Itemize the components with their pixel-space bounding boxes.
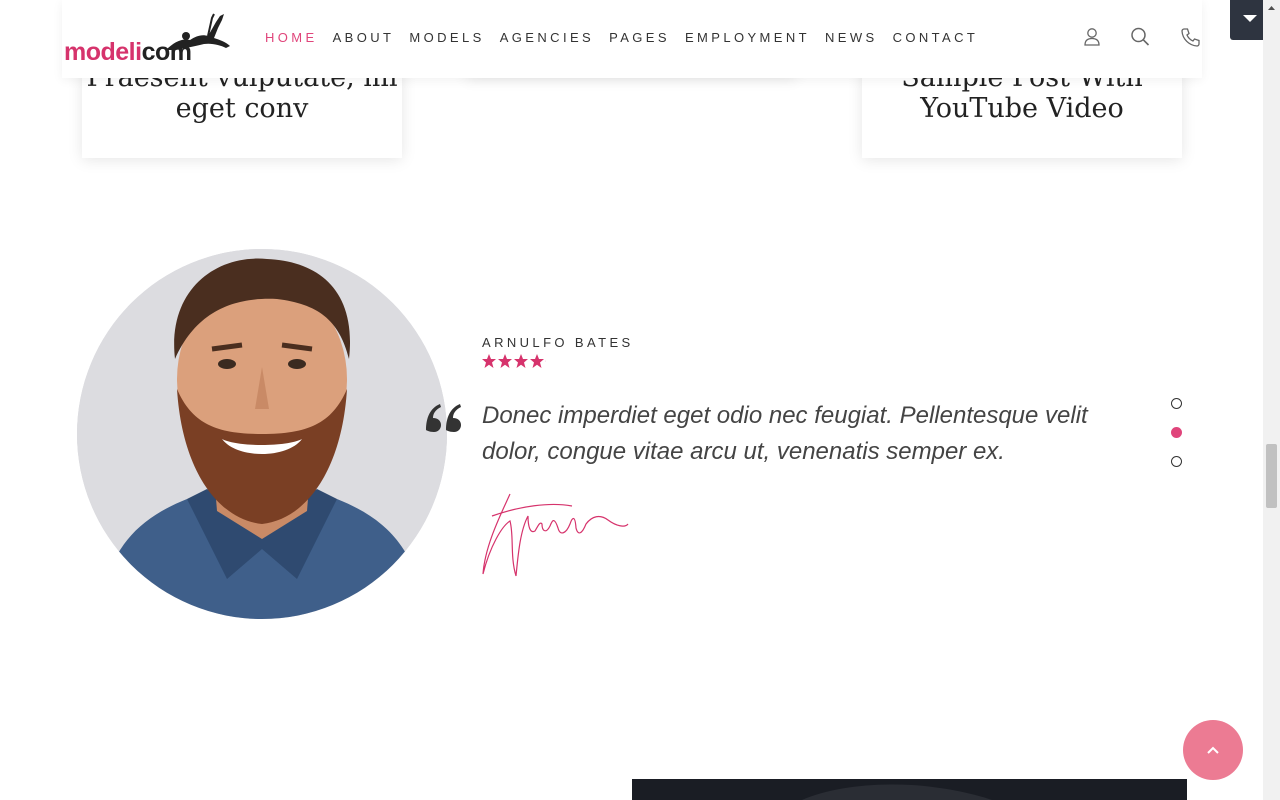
slider-dot-active[interactable] [1171, 427, 1182, 438]
testimonial-portrait [77, 249, 447, 619]
main-nav: HOME ABOUT MODELS AGENCIES PAGES EMPLOYM… [265, 30, 993, 45]
testimonial-quote: Donec imperdiet eget odio nec feugiat. P… [482, 402, 1088, 465]
phone-icon[interactable] [1180, 26, 1200, 48]
portrait-image [77, 249, 447, 619]
star-icon [482, 354, 496, 368]
image-content [632, 779, 1187, 800]
user-icon[interactable] [1082, 26, 1102, 48]
star-icon [498, 354, 512, 368]
scroll-up-icon[interactable] [1263, 0, 1280, 17]
star-icon [530, 354, 544, 368]
nav-item-pages[interactable]: PAGES [609, 30, 670, 45]
chevron-up-icon [1207, 746, 1219, 754]
scrollbar-thumb[interactable] [1266, 444, 1277, 508]
nav-item-news[interactable]: NEWS [825, 30, 878, 45]
nav-item-contact[interactable]: CONTACT [893, 30, 979, 45]
star-icon [514, 354, 528, 368]
slider-dot[interactable] [1171, 456, 1182, 467]
logo-text: modelicom [64, 38, 192, 66]
site-logo[interactable]: modelicom [64, 12, 234, 68]
testimonial-name: ARNULFO BATES [482, 335, 634, 350]
nav-item-about[interactable]: ABOUT [333, 30, 395, 45]
slider-dot[interactable] [1171, 398, 1182, 409]
search-icon[interactable] [1130, 26, 1150, 48]
star-empty-icon [545, 360, 546, 362]
slider-dots [1171, 398, 1183, 485]
featured-image [632, 779, 1187, 800]
rating-stars [481, 353, 549, 369]
quote-icon [426, 404, 461, 432]
scrollbar[interactable] [1263, 0, 1280, 800]
back-to-top-button[interactable] [1183, 720, 1243, 780]
nav-item-agencies[interactable]: AGENCIES [500, 30, 594, 45]
nav-item-home[interactable]: HOME [265, 30, 318, 45]
nav-item-models[interactable]: MODELS [409, 30, 484, 45]
caret-down-icon [1243, 15, 1257, 22]
site-header: modelicom HOME ABOUT MODELS AGENCIES PAG… [62, 0, 1202, 78]
signature [482, 493, 629, 577]
nav-item-employment[interactable]: EMPLOYMENT [685, 30, 810, 45]
